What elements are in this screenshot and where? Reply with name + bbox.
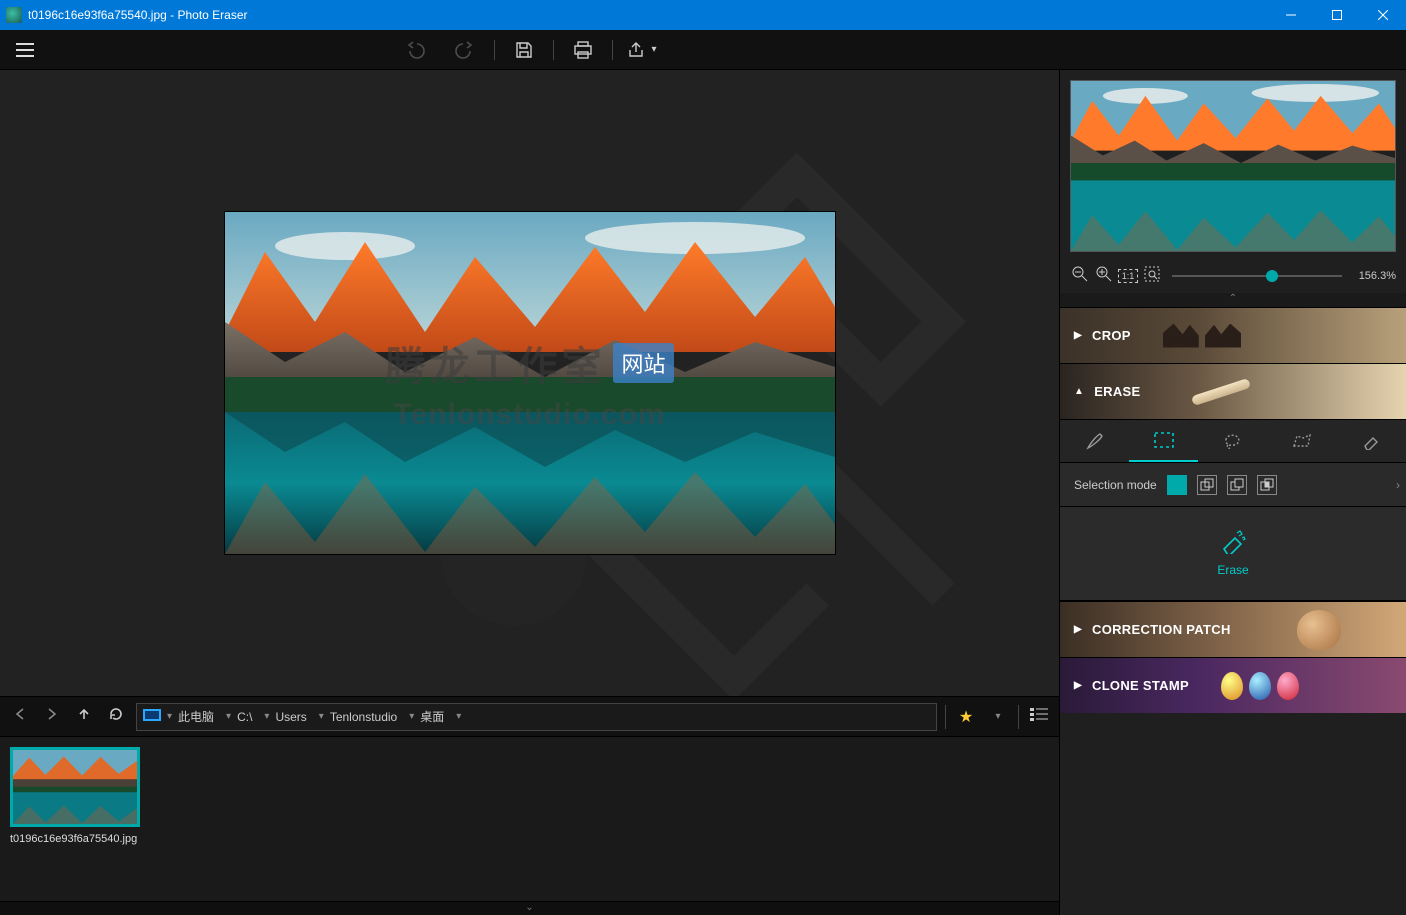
favorite-menu-button[interactable]: ▾: [986, 711, 1010, 722]
titlebar: t0196c16e93f6a75540.jpg - Photo Eraser: [0, 0, 1406, 30]
file-browser-bar: ▾ 此电脑▾ C:\▾ Users▾ Tenlonstudio▾ 桌面▾ ★ ▾: [0, 696, 1059, 736]
zoom-slider-handle[interactable]: [1266, 270, 1278, 282]
tool-eraser[interactable]: [1337, 420, 1406, 462]
zoom-in-button[interactable]: [1094, 266, 1114, 285]
erase-action-button[interactable]: Erase: [1060, 507, 1406, 601]
zoom-slider[interactable]: [1172, 275, 1342, 277]
mode-new[interactable]: [1167, 475, 1187, 495]
section-crop-label: CROP: [1092, 328, 1131, 343]
section-correction-label: CORRECTION PATCH: [1092, 622, 1231, 637]
thumbnail-item[interactable]: t0196c16e93f6a75540.jpg: [10, 747, 140, 845]
window-controls: [1268, 0, 1406, 30]
title-filename: t0196c16e93f6a75540.jpg: [28, 8, 167, 22]
nav-refresh-button[interactable]: [104, 706, 128, 727]
zoom-actual-button[interactable]: 1:1: [1118, 269, 1138, 283]
breadcrumb-path[interactable]: ▾ 此电脑▾ C:\▾ Users▾ Tenlonstudio▾ 桌面▾: [136, 703, 937, 731]
maximize-button[interactable]: [1314, 0, 1360, 30]
chevron-down-icon: ▲: [1074, 386, 1084, 397]
chevron-right-icon: ▶: [1074, 680, 1082, 691]
zoom-value: 156.3%: [1352, 270, 1396, 282]
mode-subtract[interactable]: [1227, 475, 1247, 495]
title-separator: -: [167, 8, 178, 22]
chevron-right-icon: ▶: [1074, 624, 1082, 635]
window-title: t0196c16e93f6a75540.jpg - Photo Eraser: [28, 8, 1268, 22]
chevron-right-icon: ▶: [1074, 330, 1082, 341]
main-image[interactable]: 腾龙工作室 网站 Tenlonstudio.com: [225, 212, 835, 554]
filmstrip: t0196c16e93f6a75540.jpg: [0, 736, 1059, 901]
main-toolbar: ▾: [0, 30, 1406, 70]
section-crop[interactable]: ▶ CROP: [1060, 307, 1406, 363]
minimize-button[interactable]: [1268, 0, 1314, 30]
pc-icon: [143, 709, 161, 724]
save-button[interactable]: [499, 41, 549, 59]
breadcrumb-seg-0[interactable]: 此电脑: [178, 708, 214, 725]
selection-mode-label: Selection mode: [1074, 478, 1157, 492]
view-options-button[interactable]: [1027, 707, 1051, 726]
zoom-controls: 1:1 156.3%: [1060, 262, 1406, 293]
print-button[interactable]: [558, 41, 608, 59]
nav-up-button[interactable]: [72, 707, 96, 726]
tool-lasso[interactable]: [1198, 420, 1267, 462]
menu-button[interactable]: [0, 43, 50, 57]
thumbnail-label: t0196c16e93f6a75540.jpg: [10, 833, 140, 845]
close-button[interactable]: [1360, 0, 1406, 30]
tool-polygon[interactable]: [1268, 420, 1337, 462]
app-icon: [6, 7, 22, 23]
section-erase-label: ERASE: [1094, 384, 1140, 399]
zoom-fit-button[interactable]: [1142, 266, 1162, 285]
nav-forward-button[interactable]: [40, 707, 64, 726]
redo-button[interactable]: [440, 41, 490, 59]
breadcrumb-seg-1[interactable]: C:\: [237, 710, 252, 724]
mode-add[interactable]: [1197, 475, 1217, 495]
chevron-down-icon: ▾: [651, 44, 656, 55]
undo-button[interactable]: [390, 41, 440, 59]
breadcrumb-seg-2[interactable]: Users: [275, 710, 306, 724]
section-erase[interactable]: ▲ ERASE: [1060, 363, 1406, 419]
title-appname: Photo Eraser: [177, 8, 247, 22]
zoom-out-button[interactable]: [1070, 266, 1090, 285]
nav-back-button[interactable]: [8, 707, 32, 726]
right-panel: 1:1 156.3% ⌃ ▶ CROP ▲ ERASE Selection mo…: [1059, 70, 1406, 915]
section-clone[interactable]: ▶ CLONE STAMP: [1060, 657, 1406, 713]
erase-action-icon: [1219, 530, 1247, 559]
mode-more-button[interactable]: ›: [1396, 478, 1400, 492]
filmstrip-collapse-handle[interactable]: ⌄: [0, 901, 1059, 915]
navigator-collapse-handle[interactable]: ⌃: [1060, 293, 1406, 307]
selection-mode-row: Selection mode ›: [1060, 463, 1406, 507]
section-clone-label: CLONE STAMP: [1092, 678, 1189, 693]
thumbnail-image[interactable]: [10, 747, 140, 827]
erase-action-label: Erase: [1217, 563, 1248, 577]
canvas-area[interactable]: 腾龙工作室 网站 Tenlonstudio.com: [0, 70, 1059, 696]
section-correction[interactable]: ▶ CORRECTION PATCH: [1060, 601, 1406, 657]
navigator-preview[interactable]: [1070, 80, 1396, 252]
breadcrumb-seg-3[interactable]: Tenlonstudio: [330, 710, 397, 724]
mode-intersect[interactable]: [1257, 475, 1277, 495]
favorite-button[interactable]: ★: [954, 707, 978, 727]
tool-brush[interactable]: [1060, 420, 1129, 462]
tool-marquee[interactable]: [1129, 420, 1198, 462]
breadcrumb-seg-4[interactable]: 桌面: [420, 708, 444, 725]
erase-tool-tabs: [1060, 419, 1406, 463]
share-button[interactable]: ▾: [617, 41, 667, 59]
